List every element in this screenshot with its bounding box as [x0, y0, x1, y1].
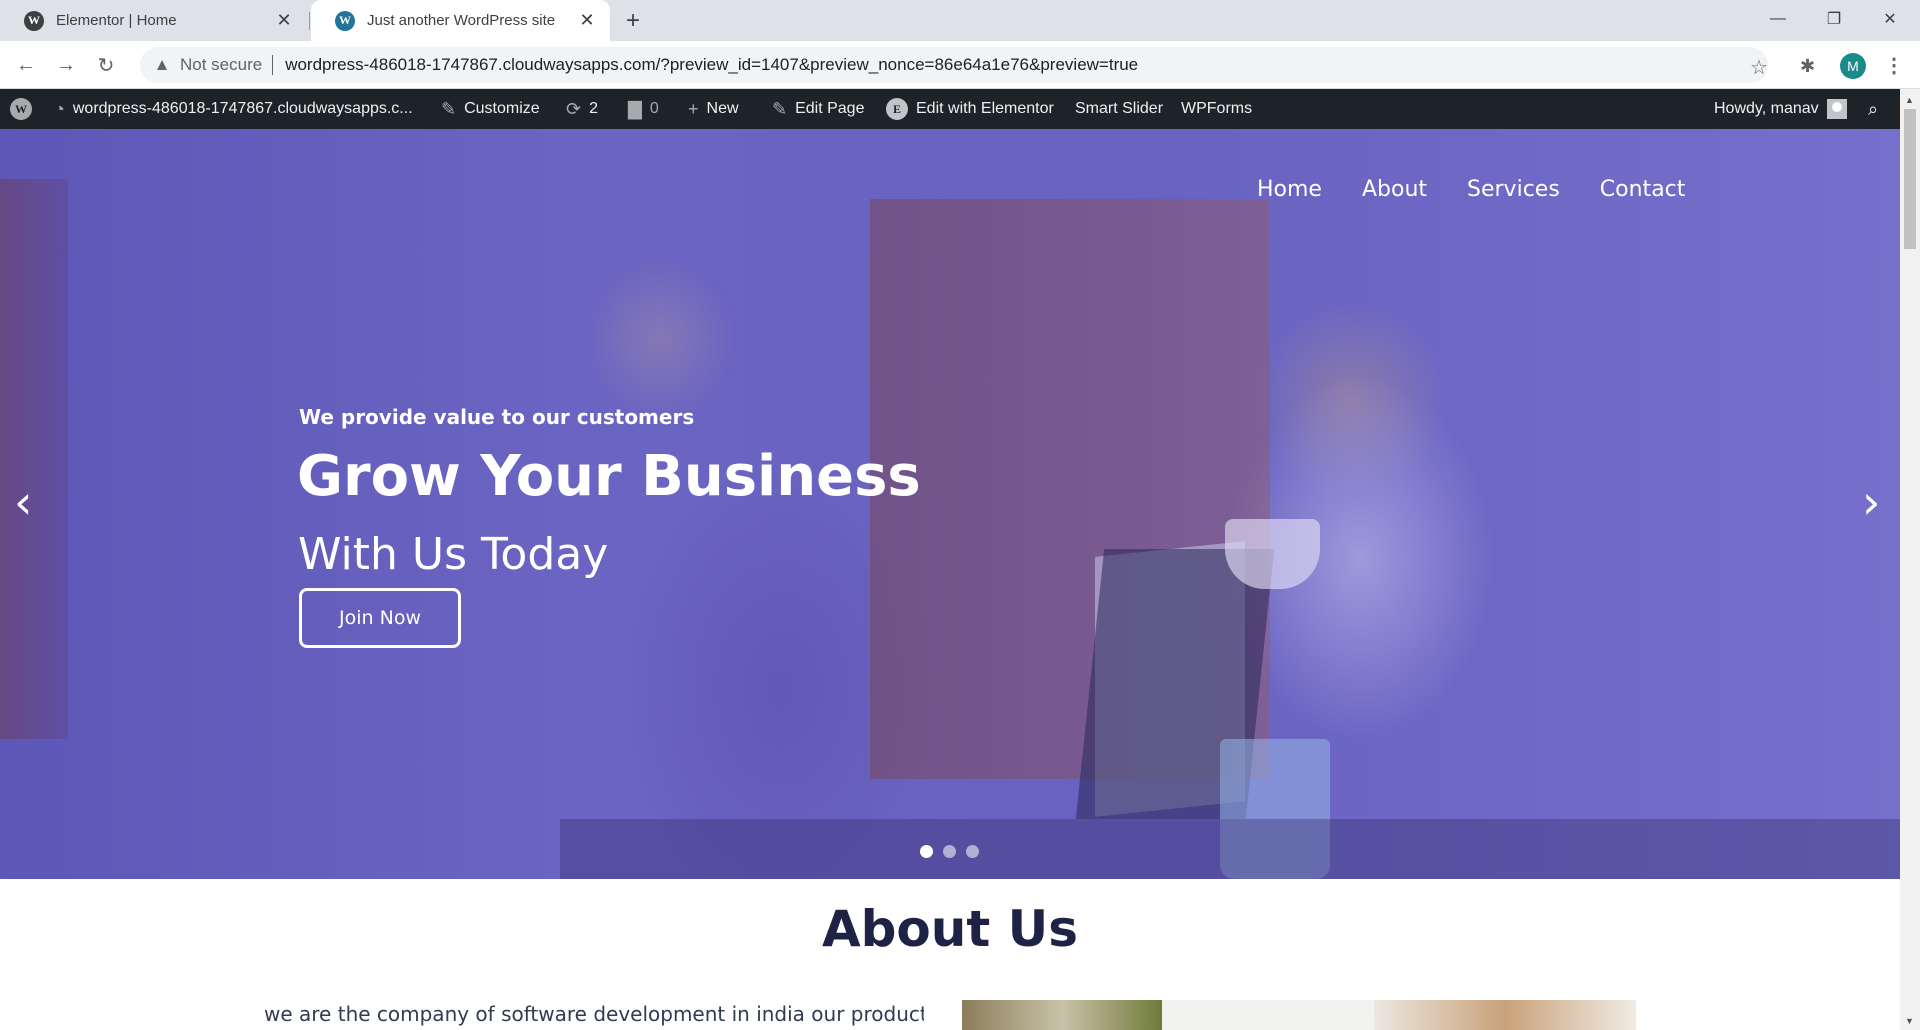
- address-bar[interactable]: ▲ Not secure wordpress-486018-1747867.cl…: [140, 47, 1768, 83]
- back-button[interactable]: ←: [12, 51, 40, 79]
- minimize-button[interactable]: —: [1750, 0, 1806, 38]
- nav-contact[interactable]: Contact: [1600, 177, 1686, 202]
- plus-icon: +: [688, 98, 699, 119]
- user-avatar: [1826, 99, 1847, 119]
- scrollbar-thumb[interactable]: [1904, 109, 1916, 249]
- wp-logo-menu[interactable]: W: [10, 89, 40, 129]
- about-heading: About Us: [821, 900, 1079, 958]
- wordpress-icon: W: [10, 98, 32, 120]
- nav-about[interactable]: About: [1362, 177, 1427, 202]
- slide-title-line2: With Us Today: [298, 529, 609, 580]
- admin-comments[interactable]: ▇ 0: [628, 89, 659, 129]
- admin-edit-elementor[interactable]: E Edit with Elementor: [886, 89, 1054, 129]
- wordpress-icon: W: [335, 10, 355, 31]
- admin-new[interactable]: + New: [688, 89, 739, 129]
- admin-edit-page[interactable]: ✎ Edit Page: [772, 89, 864, 129]
- slider-prev-arrow-icon[interactable]: ‹: [14, 479, 32, 525]
- tab-title: Elementor | Home: [56, 12, 177, 29]
- reload-button[interactable]: ↻: [92, 51, 120, 79]
- edit-elementor-label: Edit with Elementor: [916, 100, 1054, 117]
- hero-background-door: [0, 179, 68, 739]
- hero-background-cup: [1225, 519, 1320, 589]
- join-now-button[interactable]: Join Now: [299, 588, 461, 648]
- nav-home[interactable]: Home: [1257, 177, 1322, 202]
- search-icon: ⌕: [1868, 98, 1879, 119]
- admin-customize[interactable]: ✎ Customize: [441, 89, 540, 129]
- about-image-window: [1162, 1000, 1374, 1030]
- howdy-label: Howdy, manav: [1714, 100, 1819, 117]
- tab-title: Just another WordPress site: [367, 12, 556, 29]
- admin-smart-slider[interactable]: Smart Slider: [1075, 89, 1163, 129]
- elementor-icon: E: [886, 98, 908, 120]
- slide-subtitle: We provide value to our customers: [299, 405, 695, 429]
- admin-site-name[interactable]: ◔ wordpress-486018-1747867.cloudwaysapps…: [54, 89, 413, 129]
- about-image: [962, 1000, 1636, 1030]
- customize-label: Customize: [464, 100, 540, 117]
- pencil-icon: ✎: [772, 98, 788, 119]
- nav-services[interactable]: Services: [1467, 177, 1560, 202]
- wordpress-icon: W: [24, 10, 44, 31]
- forward-button[interactable]: →: [52, 51, 80, 79]
- site-name-label: wordpress-486018-1747867.cloudwaysapps.c…: [72, 100, 413, 117]
- slider-dot[interactable]: [943, 845, 956, 858]
- site-navigation: Home About Services Contact: [1257, 177, 1685, 202]
- admin-account[interactable]: Howdy, manav: [1714, 89, 1847, 129]
- window-close-button[interactable]: ✕: [1862, 0, 1918, 38]
- tab-separator: [309, 12, 310, 30]
- hero-background-table: [560, 819, 1900, 879]
- slider-dots: [920, 845, 989, 858]
- browser-tab-active[interactable]: W Just another WordPress site ✕: [311, 0, 610, 41]
- warning-icon[interactable]: ▲: [152, 55, 172, 75]
- browser-tab-strip: W Elementor | Home ✕ W Just another Word…: [0, 0, 1920, 41]
- about-text: we are the company of software developme…: [264, 1002, 924, 1026]
- comments-count: 0: [649, 100, 659, 117]
- browser-toolbar: ← → ↻ ▲ Not secure wordpress-486018-1747…: [0, 41, 1920, 89]
- browser-menu-icon[interactable]: ⋮: [1884, 53, 1904, 78]
- dashboard-icon: ◔: [54, 98, 65, 119]
- scroll-down-arrow-icon[interactable]: ▼: [1905, 1016, 1914, 1026]
- close-tab-icon[interactable]: ✕: [578, 10, 596, 30]
- new-tab-button[interactable]: +: [620, 7, 646, 34]
- wpforms-label: WPForms: [1181, 100, 1253, 117]
- about-image-person: [1374, 1000, 1636, 1030]
- admin-search[interactable]: ⌕: [1868, 89, 1886, 129]
- about-image-plant: [962, 1000, 1162, 1030]
- scroll-up-arrow-icon[interactable]: ▲: [1905, 95, 1914, 105]
- comment-bubble-icon: ▇: [628, 98, 642, 119]
- slider-dot[interactable]: [966, 845, 979, 858]
- slider-next-arrow-icon[interactable]: ›: [1862, 479, 1880, 525]
- profile-avatar[interactable]: M: [1840, 53, 1866, 79]
- bookmark-star-icon[interactable]: ☆: [1750, 55, 1768, 80]
- page-scrollbar[interactable]: ▲ ▼: [1900, 89, 1920, 1030]
- browser-tab-elementor[interactable]: W Elementor | Home ✕: [0, 0, 307, 41]
- security-label[interactable]: Not secure: [180, 55, 262, 75]
- hero-slider: Home About Services Contact We provide v…: [0, 129, 1900, 879]
- smart-slider-label: Smart Slider: [1075, 100, 1164, 117]
- updates-icon: ⟳: [566, 98, 582, 119]
- omnibox-divider: [272, 55, 274, 75]
- close-tab-icon[interactable]: ✕: [275, 10, 293, 30]
- restore-button[interactable]: ❐: [1806, 0, 1862, 38]
- edit-page-label: Edit Page: [795, 100, 865, 117]
- admin-wpforms[interactable]: WPForms: [1181, 89, 1252, 129]
- url-text[interactable]: wordpress-486018-1747867.cloudwaysapps.c…: [285, 55, 1138, 75]
- admin-updates[interactable]: ⟳ 2: [566, 89, 598, 129]
- extensions-puzzle-icon[interactable]: ✱: [1800, 56, 1822, 78]
- slide-title: Grow Your Business: [297, 444, 921, 509]
- wp-admin-bar: W ◔ wordpress-486018-1747867.cloudwaysap…: [0, 89, 1900, 129]
- new-label: New: [706, 100, 739, 117]
- updates-count: 2: [589, 100, 598, 117]
- paintbrush-icon: ✎: [441, 98, 457, 119]
- slider-dot[interactable]: [920, 845, 933, 858]
